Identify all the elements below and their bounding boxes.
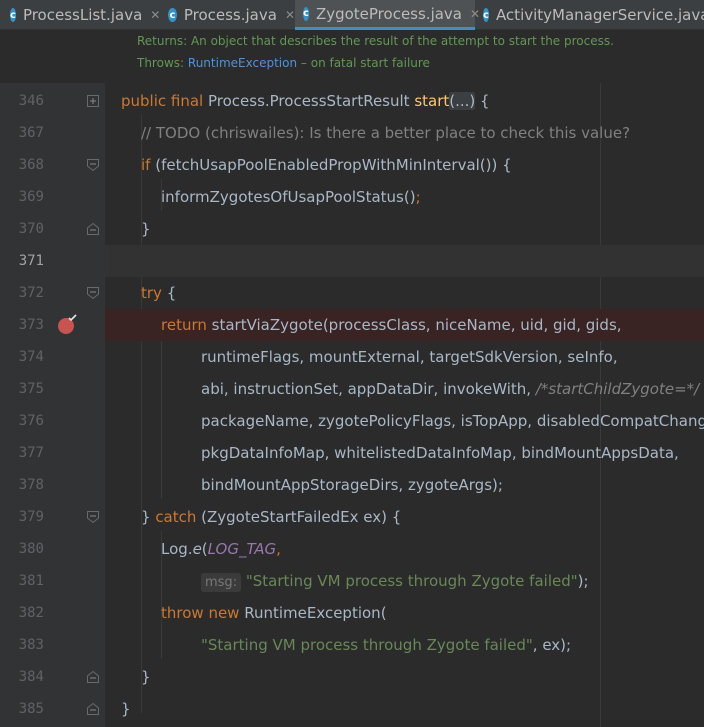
java-class-icon: c bbox=[483, 8, 489, 22]
fold-marker-icon[interactable] bbox=[87, 287, 99, 299]
code-line-376[interactable]: packageName, zygotePolicyFlags, isTopApp… bbox=[105, 405, 704, 437]
tab-activitymanagerservice[interactable]: c ActivityManagerService.java bbox=[475, 0, 704, 30]
code-line-375[interactable]: abi, instructionSet, appDataDir, invokeW… bbox=[105, 373, 704, 405]
line-number: 369 bbox=[18, 189, 44, 205]
code-line-373[interactable]: return startViaZygote(processClass, nice… bbox=[105, 309, 704, 341]
line-number: 384 bbox=[18, 669, 44, 685]
fold-marker-icon[interactable] bbox=[87, 159, 99, 171]
line-number: 375 bbox=[18, 381, 44, 397]
tab-label: ZygoteProcess.java bbox=[315, 4, 462, 23]
code-line-371[interactable] bbox=[105, 245, 704, 277]
java-class-icon: c bbox=[168, 8, 177, 22]
code-line-379[interactable]: } catch (ZygoteStartFailedEx ex) { bbox=[105, 501, 704, 533]
close-icon[interactable]: ✕ bbox=[150, 8, 160, 22]
exception-link[interactable]: RuntimeException bbox=[188, 56, 297, 70]
line-number: 378 bbox=[18, 477, 44, 493]
code-line-385[interactable]: } bbox=[105, 693, 704, 725]
folded-params[interactable]: (...) bbox=[449, 92, 476, 110]
javadoc-render: Returns: An object that describes the re… bbox=[105, 30, 704, 83]
code-line-378[interactable]: bindMountAppStorageDirs, zygoteArgs); bbox=[105, 469, 704, 501]
tab-label: Process.java bbox=[183, 6, 277, 24]
editor-gutter: 346 367 368 369 370 371 372 373 374 375 … bbox=[0, 83, 105, 727]
java-class-icon: c bbox=[10, 8, 16, 22]
fold-marker-icon[interactable] bbox=[87, 223, 99, 235]
code-line-377[interactable]: pkgDataInfoMap, whitelistedDataInfoMap, … bbox=[105, 437, 704, 469]
doc-throws: Throws: RuntimeException – on fatal star… bbox=[137, 56, 430, 70]
code-line-381[interactable]: msg: "Starting VM process through Zygote… bbox=[105, 565, 704, 597]
fold-marker-icon[interactable] bbox=[87, 671, 99, 683]
tab-zygoteprocess[interactable]: c ZygoteProcess.java ✕ bbox=[295, 0, 480, 30]
code-line-346[interactable]: public final Process.ProcessStartResult … bbox=[105, 85, 704, 117]
line-number: 372 bbox=[18, 285, 44, 301]
tab-process[interactable]: c Process.java ✕ bbox=[160, 0, 295, 30]
fold-marker-icon[interactable] bbox=[87, 511, 99, 523]
line-number: 379 bbox=[18, 509, 44, 525]
fold-marker-icon[interactable] bbox=[87, 95, 99, 107]
code-line-384[interactable]: } bbox=[105, 661, 704, 693]
close-icon[interactable]: ✕ bbox=[285, 8, 295, 22]
parameter-hint: msg: bbox=[201, 573, 242, 592]
code-line-382[interactable]: throw new RuntimeException( bbox=[105, 597, 704, 629]
line-number: 383 bbox=[18, 637, 44, 653]
line-number: 370 bbox=[18, 221, 44, 237]
line-number: 374 bbox=[18, 349, 44, 365]
code-line-374[interactable]: runtimeFlags, mountExternal, targetSdkVe… bbox=[105, 341, 704, 373]
tab-label: ProcessList.java bbox=[22, 6, 143, 24]
code-line-368[interactable]: if (fetchUsapPoolEnabledPropWithMinInter… bbox=[105, 149, 704, 181]
line-number: 373 bbox=[18, 317, 44, 333]
tab-processlist[interactable]: c ProcessList.java ✕ bbox=[0, 0, 160, 30]
code-line-383[interactable]: "Starting VM process through Zygote fail… bbox=[105, 629, 704, 661]
code-line-369[interactable]: informZygotesOfUsapPoolStatus(); bbox=[105, 181, 704, 213]
code-line-380[interactable]: Log.e(LOG_TAG, bbox=[105, 533, 704, 565]
line-number: 381 bbox=[18, 573, 44, 589]
doc-returns: Returns: An object that describes the re… bbox=[137, 34, 614, 48]
editor-tab-bar: c ProcessList.java ✕ c Process.java ✕ c … bbox=[0, 0, 704, 30]
fold-marker-icon[interactable] bbox=[87, 703, 99, 715]
java-class-icon: c bbox=[303, 6, 309, 21]
code-line-367[interactable]: // TODO (chriswailes): Is there a better… bbox=[105, 117, 704, 149]
line-number: 380 bbox=[18, 541, 44, 557]
line-number: 367 bbox=[18, 125, 44, 141]
code-line-370[interactable]: } bbox=[105, 213, 704, 245]
line-number: 346 bbox=[18, 93, 44, 109]
code-line-372[interactable]: try { bbox=[105, 277, 704, 309]
code-editor[interactable]: public final Process.ProcessStartResult … bbox=[105, 83, 704, 727]
tab-label: ActivityManagerService.java bbox=[495, 6, 704, 24]
line-number: 385 bbox=[18, 701, 44, 717]
line-number: 382 bbox=[18, 605, 44, 621]
line-number: 371 bbox=[18, 253, 44, 269]
breakpoint-icon[interactable] bbox=[56, 314, 78, 336]
line-number: 377 bbox=[18, 445, 44, 461]
line-number: 368 bbox=[18, 157, 44, 173]
line-number: 376 bbox=[18, 413, 44, 429]
